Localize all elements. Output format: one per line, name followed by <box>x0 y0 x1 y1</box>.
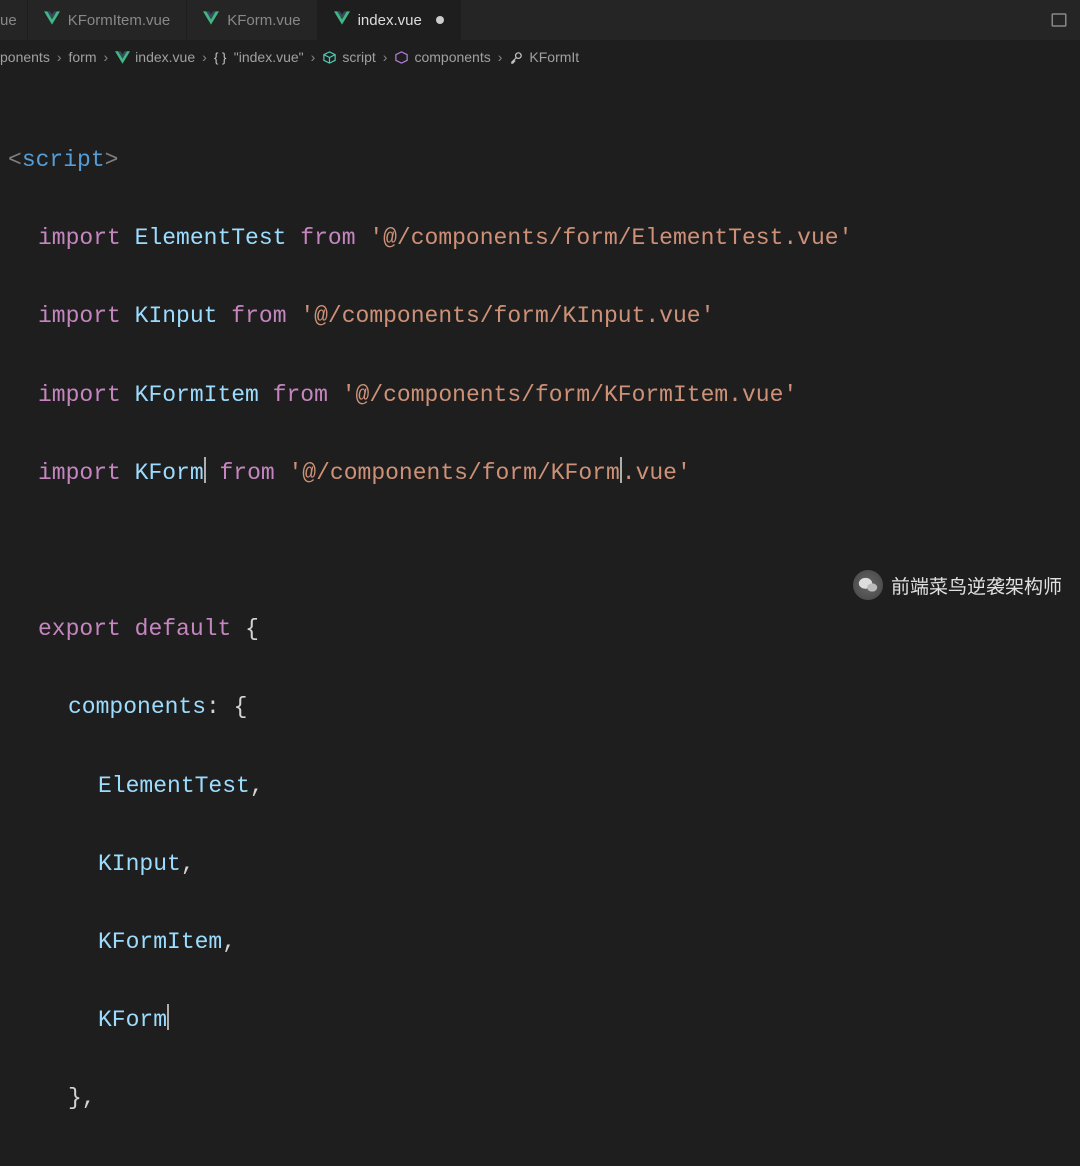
breadcrumb-script[interactable]: script <box>322 49 375 65</box>
vue-icon <box>44 11 60 29</box>
code-token: < <box>8 147 22 173</box>
dirty-indicator-icon <box>436 16 444 24</box>
code-token: : { <box>206 694 247 720</box>
code-token: , <box>250 773 264 799</box>
code-token: import <box>38 460 121 486</box>
breadcrumb-form[interactable]: form <box>69 49 97 65</box>
code-token: ElementTest <box>98 773 250 799</box>
tab-prev-partial[interactable]: ue <box>0 0 28 40</box>
tab-label: ue <box>0 12 17 29</box>
code-token: ElementTest <box>135 225 287 251</box>
breadcrumb-components[interactable]: ponents <box>0 49 50 65</box>
breadcrumb-kformit[interactable]: KFormIt <box>509 49 579 65</box>
method-icon <box>394 50 409 65</box>
code-editor[interactable]: <script> import ElementTest from '@/comp… <box>0 74 1080 1166</box>
code-token: import <box>38 225 121 251</box>
tab-kformitem[interactable]: KFormItem.vue <box>28 0 188 40</box>
breadcrumb: ponents › form › index.vue › { } "index.… <box>0 40 1080 74</box>
breadcrumb-file[interactable]: index.vue <box>115 49 195 65</box>
code-token: default <box>135 616 232 642</box>
vue-icon <box>203 11 219 29</box>
text-cursor <box>204 457 206 483</box>
code-token: '@/components/form/KInput.vue' <box>300 303 714 329</box>
breadcrumb-symbol-file[interactable]: { } "index.vue" <box>214 49 304 65</box>
code-token: '@/components/form/KFormItem.vue' <box>342 382 797 408</box>
code-token: { <box>245 616 259 642</box>
code-token: , <box>181 851 195 877</box>
code-token: KForm <box>98 1007 167 1033</box>
vue-icon <box>334 11 350 29</box>
text-cursor <box>167 1004 169 1030</box>
breadcrumb-label: script <box>342 49 375 65</box>
chevron-right-icon: › <box>308 49 319 65</box>
code-token: from <box>231 303 286 329</box>
code-token: KForm <box>135 460 204 486</box>
code-token: '@/components/form/KForm <box>289 460 620 486</box>
breadcrumb-components-sym[interactable]: components <box>394 49 490 65</box>
code-token: export <box>38 616 121 642</box>
code-token: KInput <box>135 303 218 329</box>
watermark: 前端菜鸟逆袭架构师 <box>853 570 1062 600</box>
editor-tabs: ue KFormItem.vue KForm.vue index.vue <box>0 0 1080 40</box>
tab-kform[interactable]: KForm.vue <box>187 0 317 40</box>
code-token: components <box>68 694 206 720</box>
code-token: , <box>222 929 236 955</box>
chevron-right-icon: › <box>495 49 506 65</box>
tab-label: KFormItem.vue <box>68 12 171 29</box>
chevron-right-icon: › <box>101 49 112 65</box>
code-token: .vue' <box>622 460 691 486</box>
tab-index-active[interactable]: index.vue <box>318 0 461 40</box>
code-token: import <box>38 382 121 408</box>
code-token: KInput <box>98 851 181 877</box>
code-token: from <box>273 382 328 408</box>
breadcrumb-label: "index.vue" <box>234 49 304 65</box>
code-token: from <box>300 225 355 251</box>
code-token: KFormItem <box>135 382 259 408</box>
code-token: > <box>105 147 119 173</box>
code-token: from <box>219 460 274 486</box>
braces-icon: { } <box>214 50 229 65</box>
tab-label: index.vue <box>358 12 422 29</box>
code-token: '@/components/form/ElementTest.vue' <box>369 225 852 251</box>
module-icon <box>322 50 337 65</box>
wechat-icon <box>853 570 883 600</box>
breadcrumb-label: ponents <box>0 49 50 65</box>
vue-icon <box>115 50 130 65</box>
property-icon <box>509 50 524 65</box>
svg-text:{ }: { } <box>214 50 227 65</box>
split-editor-icon <box>1050 11 1068 29</box>
code-token: script <box>22 147 105 173</box>
watermark-text: 前端菜鸟逆袭架构师 <box>891 572 1062 599</box>
breadcrumb-label: form <box>69 49 97 65</box>
code-token: import <box>38 303 121 329</box>
code-token: KFormItem <box>98 929 222 955</box>
tab-actions[interactable] <box>1038 0 1080 40</box>
code-token: }, <box>68 1085 96 1111</box>
chevron-right-icon: › <box>199 49 210 65</box>
tab-label: KForm.vue <box>227 12 300 29</box>
chevron-right-icon: › <box>380 49 391 65</box>
breadcrumb-label: index.vue <box>135 49 195 65</box>
breadcrumb-label: KFormIt <box>529 49 579 65</box>
breadcrumb-label: components <box>414 49 490 65</box>
chevron-right-icon: › <box>54 49 65 65</box>
